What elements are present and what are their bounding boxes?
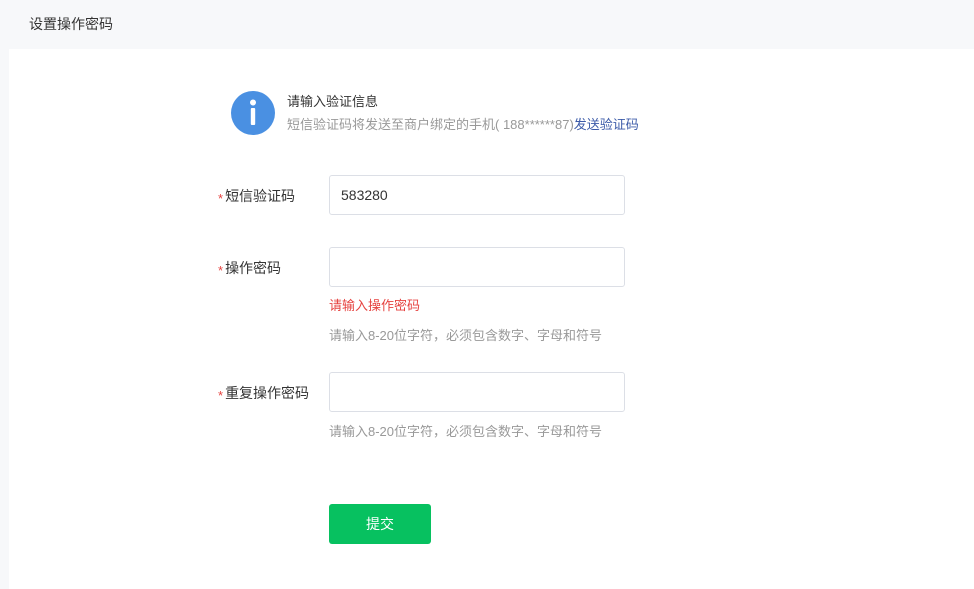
- password-label: * 操作密码: [218, 259, 281, 278]
- password-field: [329, 247, 625, 287]
- repeat-password-field: [329, 372, 625, 412]
- send-code-link[interactable]: 发送验证码: [574, 117, 639, 132]
- sms-code-input[interactable]: [330, 176, 622, 214]
- sms-code-field: [329, 175, 625, 215]
- repeat-password-hint: 请输入8-20位字符，必须包含数字、字母和符号: [329, 424, 603, 439]
- notice-desc-text: 短信验证码将发送至商户绑定的手机( 188******87): [287, 117, 574, 132]
- repeat-password-input[interactable]: [330, 373, 622, 411]
- notice-title: 请输入验证信息: [287, 94, 379, 109]
- password-hint: 请输入8-20位字符，必须包含数字、字母和符号: [329, 328, 603, 343]
- password-input[interactable]: [330, 248, 622, 286]
- password-label-text: 操作密码: [225, 260, 282, 276]
- repeat-password-label-text: 重复操作密码: [225, 385, 310, 401]
- notice-description: 短信验证码将发送至商户绑定的手机( 188******87)发送验证码: [287, 116, 639, 134]
- sms-code-label-text: 短信验证码: [225, 188, 296, 204]
- submit-button[interactable]: 提交: [329, 504, 431, 544]
- password-error: 请输入操作密码: [329, 298, 421, 313]
- required-mark: *: [218, 191, 224, 206]
- info-icon: [231, 91, 275, 135]
- sms-code-label: * 短信验证码: [218, 187, 295, 206]
- page-header: 设置操作密码: [0, 0, 974, 48]
- verification-notice: 请输入验证信息 短信验证码将发送至商户绑定的手机( 188******87)发送…: [231, 91, 731, 137]
- repeat-password-label: * 重复操作密码: [218, 384, 309, 403]
- page-title: 设置操作密码: [29, 16, 113, 32]
- required-mark: *: [218, 263, 224, 278]
- required-mark: *: [218, 388, 224, 403]
